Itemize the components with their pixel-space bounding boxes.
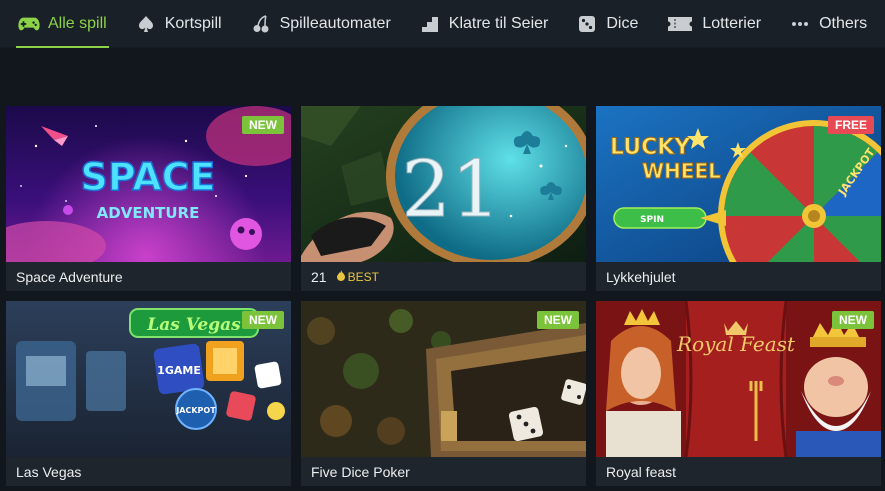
- ticket-icon: [666, 13, 694, 35]
- cherries-icon: [250, 13, 272, 35]
- tab-label: Lotterier: [702, 14, 762, 32]
- blackjack-art-number: 21: [401, 145, 500, 235]
- best-tag: BEST: [336, 269, 379, 284]
- tab-label: Spilleautomater: [279, 14, 391, 32]
- game-card-five-dice-poker[interactable]: NEW Five Dice Poker: [301, 301, 586, 486]
- tab-alle-spill[interactable]: Alle spill: [16, 0, 109, 48]
- new-badge: NEW: [242, 311, 284, 329]
- game-title-row: 21 BEST: [301, 262, 586, 291]
- gamepad-icon: [18, 13, 40, 35]
- game-title: 21: [311, 268, 327, 285]
- tab-spilleautomater[interactable]: Spilleautomater: [250, 0, 391, 48]
- category-nav: Alle spill Kortspill Spilleautomater Kla…: [0, 0, 885, 48]
- tab-lotterier[interactable]: Lotterier: [666, 0, 761, 48]
- tab-label: Kortspill: [164, 14, 222, 32]
- game-card-royal-feast[interactable]: Royal Feast NEW Royal feast: [596, 301, 881, 486]
- steps-icon: [419, 13, 441, 35]
- las-vegas-art-text: Las Vegas: [146, 315, 241, 335]
- tab-label: Klatre til Seier: [448, 14, 549, 32]
- game-title: Las Vegas: [6, 457, 291, 486]
- game-title: Lykkehjulet: [596, 262, 881, 291]
- royal-feast-art-text: Royal Feast: [676, 332, 796, 356]
- tab-label: Dice: [606, 14, 639, 32]
- new-badge: NEW: [242, 116, 284, 134]
- game-card-21[interactable]: 21 21 BEST: [301, 106, 586, 291]
- new-badge: NEW: [537, 311, 579, 329]
- space-art-title: SPACE: [81, 155, 216, 199]
- game-card-space-adventure[interactable]: SPACE ADVENTURE NEW Space Adventure: [6, 106, 291, 291]
- tab-label: Alle spill: [48, 14, 107, 32]
- more-dots-icon: [789, 13, 811, 35]
- jackpot-art-text: JACKPOT: [175, 406, 216, 415]
- game-title: Five Dice Poker: [301, 457, 586, 486]
- dice-icon: [576, 13, 598, 35]
- tab-others[interactable]: Others: [789, 0, 867, 48]
- tab-klatre-til-seier[interactable]: Klatre til Seier: [419, 0, 549, 48]
- tab-dice[interactable]: Dice: [576, 0, 638, 48]
- tab-kortspill[interactable]: Kortspill: [135, 0, 222, 48]
- spin-art-text: SPIN: [640, 215, 664, 225]
- free-badge: FREE: [827, 116, 874, 134]
- wheel-art-text: WHEEL: [642, 159, 721, 183]
- flame-icon: [336, 269, 345, 284]
- tab-label: Others: [819, 14, 868, 32]
- onegame-art-text: 1GAME: [157, 364, 201, 377]
- game-title: Royal feast: [596, 457, 881, 486]
- new-badge: NEW: [832, 311, 874, 329]
- best-label: BEST: [347, 269, 379, 284]
- game-card-las-vegas[interactable]: Las Vegas 1GAME JACKPOT NEW Las Vegas: [6, 301, 291, 486]
- game-thumbnail: 21: [301, 106, 586, 262]
- lucky-art-text: LUCKY: [610, 135, 691, 160]
- space-art-subtitle: ADVENTURE: [97, 204, 200, 222]
- spade-icon: [135, 13, 157, 35]
- game-title: Space Adventure: [6, 262, 291, 291]
- game-card-lykkehjulet[interactable]: JACKPOT LUCKY WHEEL SPIN FREE Lykkehjule…: [596, 106, 881, 291]
